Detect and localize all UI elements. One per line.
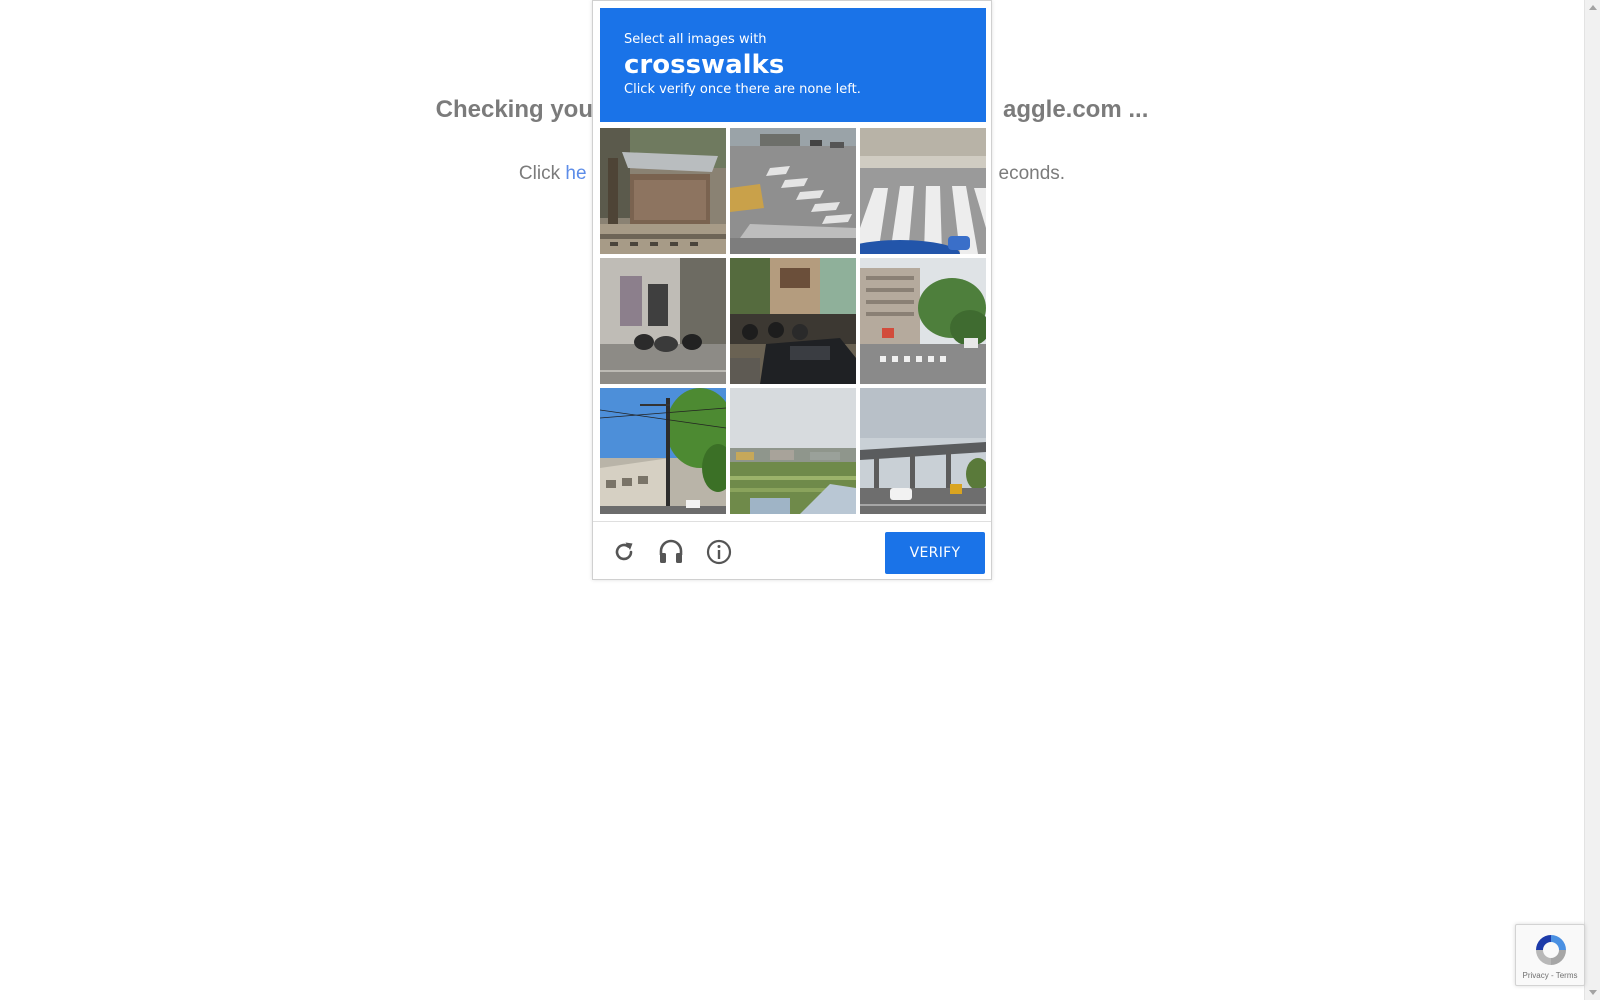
image-tile-5[interactable] [730, 258, 856, 384]
challenge-target: crosswalks [624, 50, 785, 80]
privacy-link[interactable]: Privacy [1523, 971, 1549, 980]
challenge-note: Click verify once there are none left. [624, 82, 861, 97]
recaptcha-challenge: Select all images with crosswalks Click … [592, 0, 992, 580]
image-tile-1[interactable] [600, 128, 726, 254]
verify-button[interactable]: VERIFY [885, 532, 985, 574]
redirect-suffix: econds. [998, 163, 1066, 184]
street-apartments-crosswalk-image [860, 258, 986, 384]
page-heading-left: Checking you [435, 96, 593, 123]
market-stall-image [600, 128, 726, 254]
field-rooftops-image [730, 388, 856, 514]
recaptcha-badge[interactable]: Privacy - Terms [1515, 924, 1585, 986]
image-tile-4[interactable] [600, 258, 726, 384]
here-link[interactable]: he [565, 163, 586, 184]
challenge-instruction: Select all images with [624, 32, 767, 47]
image-tile-7[interactable] [600, 388, 726, 514]
crosswalk-closeup-image [860, 128, 986, 254]
challenge-header: Select all images with crosswalks Click … [600, 8, 986, 122]
page-heading-right: aggle.com ... [1002, 96, 1149, 123]
page: Checking you aggle.com ... Click he econds… [0, 0, 1600, 1000]
scroll-up-icon[interactable] [1589, 5, 1597, 10]
image-grid [600, 128, 986, 516]
utility-pole-trees-image [600, 388, 726, 514]
info-icon[interactable] [704, 537, 734, 567]
image-tile-6[interactable] [860, 258, 986, 384]
reload-icon[interactable] [609, 537, 639, 567]
building-scooters-image [600, 258, 726, 384]
terms-link[interactable]: Terms [1556, 971, 1578, 980]
redirect-prefix: Click [518, 163, 566, 184]
parked-bikes-car-image [730, 258, 856, 384]
vertical-scrollbar[interactable] [1584, 0, 1600, 1000]
intersection-crosswalk-image [730, 128, 856, 254]
scroll-down-icon[interactable] [1589, 990, 1597, 995]
image-tile-9[interactable] [860, 388, 986, 514]
image-tile-3[interactable] [860, 128, 986, 254]
badge-separator: - [1548, 971, 1556, 980]
overpass-road-image [860, 388, 986, 514]
recaptcha-logo-icon [1536, 935, 1566, 965]
image-tile-8[interactable] [730, 388, 856, 514]
footer-divider [593, 521, 991, 522]
headphones-icon[interactable] [656, 537, 686, 567]
image-tile-2[interactable] [730, 128, 856, 254]
badge-links: Privacy - Terms [1516, 971, 1584, 980]
